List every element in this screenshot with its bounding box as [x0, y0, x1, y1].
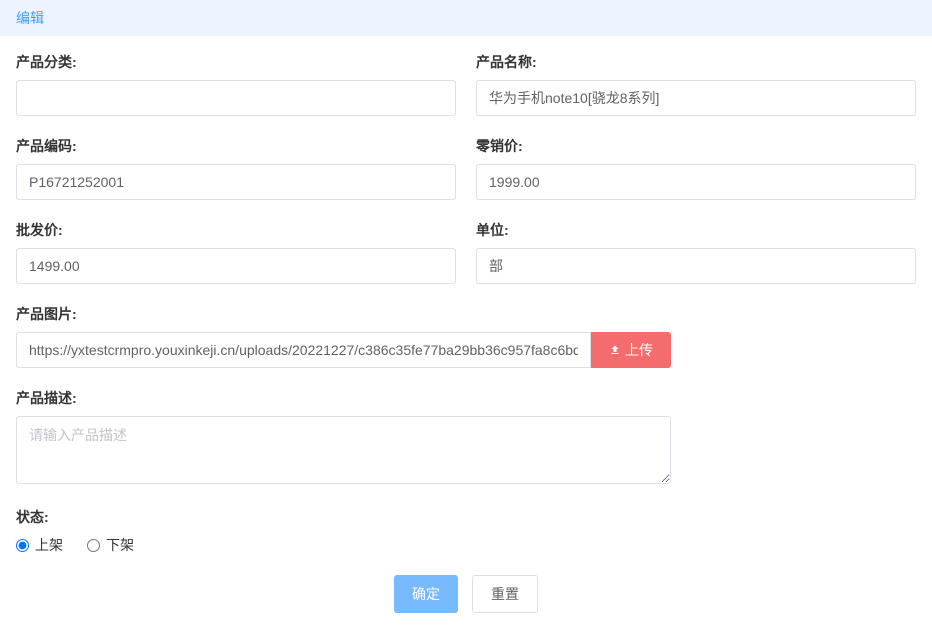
submit-button[interactable]: 确定	[394, 575, 458, 613]
page-header: 编辑	[0, 0, 932, 36]
label-wholesale: 批发价:	[16, 220, 456, 240]
form-content: 产品分类: 产品名称: 产品编码: 零销价: 批发价: 单位: 产品图片:	[0, 36, 932, 629]
radio-off-shelf-text: 下架	[106, 535, 134, 555]
label-image: 产品图片:	[16, 304, 671, 324]
input-unit[interactable]	[476, 248, 916, 284]
label-desc: 产品描述:	[16, 388, 671, 408]
radio-off-shelf-label[interactable]: 下架	[87, 535, 134, 555]
radio-off-shelf[interactable]	[87, 539, 100, 552]
input-retail[interactable]	[476, 164, 916, 200]
label-unit: 单位:	[476, 220, 916, 240]
label-name: 产品名称:	[476, 52, 916, 72]
upload-label: 上传	[625, 340, 653, 360]
input-image[interactable]	[16, 332, 591, 368]
page-title: 编辑	[16, 10, 44, 26]
upload-button[interactable]: 上传	[591, 332, 671, 368]
radio-on-shelf-label[interactable]: 上架	[16, 535, 63, 555]
input-category[interactable]	[16, 80, 456, 116]
upload-icon	[609, 344, 621, 356]
input-name[interactable]	[476, 80, 916, 116]
textarea-desc[interactable]	[16, 416, 671, 484]
cancel-button[interactable]: 重置	[472, 575, 538, 613]
label-status: 状态:	[16, 507, 916, 527]
input-wholesale[interactable]	[16, 248, 456, 284]
radio-on-shelf[interactable]	[16, 539, 29, 552]
radio-on-shelf-text: 上架	[35, 535, 63, 555]
label-code: 产品编码:	[16, 136, 456, 156]
label-category: 产品分类:	[16, 52, 456, 72]
input-code[interactable]	[16, 164, 456, 200]
label-retail: 零销价:	[476, 136, 916, 156]
